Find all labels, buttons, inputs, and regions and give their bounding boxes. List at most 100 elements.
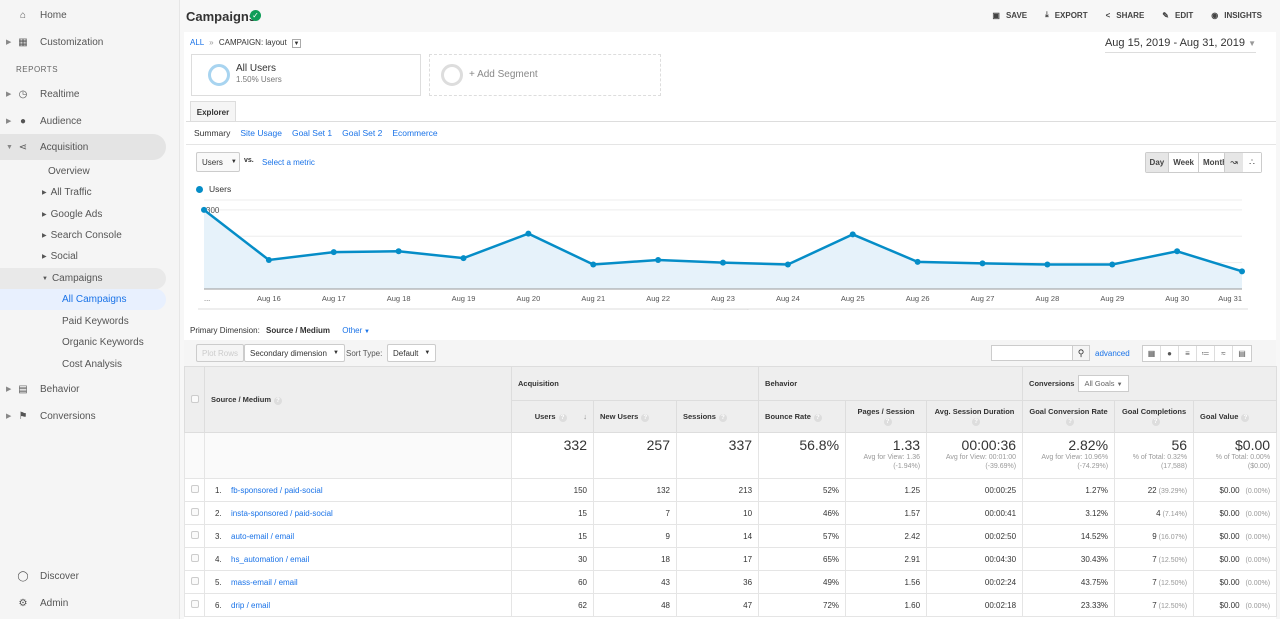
tab-explorer[interactable]: Explorer: [190, 101, 236, 122]
col-users[interactable]: Users? ↓: [511, 400, 594, 433]
subtab-ecommerce[interactable]: Ecommerce: [392, 128, 437, 138]
col-bounce-rate[interactable]: Bounce Rate?: [758, 400, 847, 433]
sidebar-item-customization[interactable]: ▶ ▦ Customization: [0, 29, 166, 55]
row-checkbox[interactable]: [191, 600, 199, 608]
motion-chart-icon[interactable]: ∴: [1243, 153, 1261, 172]
breadcrumb-dropdown[interactable]: ▼: [291, 39, 301, 48]
sidebar-item-all-traffic[interactable]: ▶ All Traffic: [0, 182, 166, 203]
cell-pages-session: 1.57: [845, 501, 928, 525]
help-icon[interactable]: ?: [274, 396, 283, 405]
sidebar-item-discover[interactable]: ◯ Discover: [0, 563, 166, 589]
help-icon[interactable]: ?: [558, 413, 567, 422]
help-icon[interactable]: ?: [1241, 413, 1250, 422]
other-dimension-link[interactable]: Other: [342, 326, 362, 335]
source-medium-link[interactable]: fb-sponsored / paid-social: [231, 486, 323, 495]
add-segment-button[interactable]: + Add Segment: [429, 54, 661, 96]
sidebar-item-cost-analysis[interactable]: Cost Analysis: [0, 354, 166, 375]
help-icon[interactable]: ?: [1066, 418, 1075, 426]
subtab-site-usage[interactable]: Site Usage: [240, 128, 282, 138]
sidebar-item-admin[interactable]: ⚙ Admin: [0, 590, 166, 616]
pie-view-icon[interactable]: ●: [1161, 346, 1179, 361]
pivot-view-icon[interactable]: ▤: [1233, 346, 1251, 361]
sidebar-item-acquisition[interactable]: ▼ ⋖ Acquisition: [0, 134, 166, 160]
row-checkbox[interactable]: [191, 485, 199, 493]
breadcrumb-all-link[interactable]: ALL: [190, 38, 204, 47]
primary-dimension-label: Primary Dimension:: [190, 326, 260, 335]
primary-dimension-value[interactable]: Source / Medium: [266, 326, 330, 335]
table-search-input[interactable]: [991, 345, 1073, 361]
row-checkbox[interactable]: [191, 577, 199, 585]
help-icon[interactable]: ?: [641, 413, 650, 422]
share-button[interactable]: < SHARE: [1106, 10, 1145, 20]
sidebar-item-organic-keywords[interactable]: Organic Keywords: [0, 332, 166, 353]
term-cloud-icon[interactable]: ≈: [1215, 346, 1233, 361]
sidebar-item-social[interactable]: ▶ Social: [0, 246, 166, 267]
data-point: [1174, 248, 1181, 255]
plot-rows-button[interactable]: Plot Rows: [196, 344, 245, 362]
row-checkbox[interactable]: [191, 554, 199, 562]
col-goal-conversion-rate[interactable]: Goal Conversion Rate?: [1022, 400, 1116, 433]
subtab-goal-set-2[interactable]: Goal Set 2: [342, 128, 382, 138]
col-avg-session-duration[interactable]: Avg. Session Duration?: [926, 400, 1024, 433]
report-panel: ALL » CAMPAIGN: layout ▼ Aug 15, 2019 - …: [184, 32, 1278, 619]
sort-type-dropdown[interactable]: Default ▼: [387, 344, 437, 362]
line-chart-icon[interactable]: ↝: [1225, 153, 1243, 172]
sidebar-item-audience[interactable]: ▶ ● Audience: [0, 108, 166, 134]
sidebar-item-conversions[interactable]: ▶ ⚑ Conversions: [0, 403, 166, 429]
col-goal-completions[interactable]: Goal Completions?: [1114, 400, 1195, 433]
source-medium-link[interactable]: auto-email / email: [231, 532, 294, 541]
cell-new-users: 7: [593, 501, 677, 525]
export-button[interactable]: ⤓ EXPORT: [1045, 10, 1087, 20]
row-checkbox[interactable]: [191, 508, 199, 516]
select-all-checkbox[interactable]: [191, 394, 199, 403]
help-icon[interactable]: ?: [718, 413, 727, 422]
insights-button[interactable]: ◉ INSIGHTS: [1211, 10, 1262, 20]
sidebar-item-paid-keywords[interactable]: Paid Keywords: [0, 311, 166, 332]
col-new-users[interactable]: New Users?: [593, 400, 677, 433]
search-icon[interactable]: ⚲: [1072, 345, 1090, 361]
col-goal-value[interactable]: Goal Value?: [1193, 400, 1278, 433]
sidebar-item-search-console[interactable]: ▶ Search Console: [0, 225, 166, 246]
help-icon[interactable]: ?: [1151, 418, 1160, 426]
clock-icon: ◷: [18, 88, 28, 100]
sidebar-item-realtime[interactable]: ▶ ◷ Realtime: [0, 81, 166, 107]
subtab-summary[interactable]: Summary: [194, 128, 230, 138]
x-tick-label: Aug 22: [646, 294, 670, 303]
edit-button[interactable]: ✎ EDIT: [1162, 10, 1193, 20]
advanced-filter-link[interactable]: advanced: [1095, 349, 1130, 358]
sidebar-item-all-campaigns[interactable]: All Campaigns: [0, 289, 166, 310]
help-icon[interactable]: ?: [972, 418, 981, 426]
help-icon[interactable]: ?: [883, 418, 892, 426]
metric-dropdown[interactable]: Users ▼: [196, 152, 240, 172]
col-sessions[interactable]: Sessions?: [675, 400, 760, 433]
sidebar-item-overview[interactable]: Overview: [0, 161, 166, 182]
subtab-goal-set-1[interactable]: Goal Set 1: [292, 128, 332, 138]
help-icon[interactable]: ?: [813, 413, 822, 422]
secondary-dimension-dropdown[interactable]: Secondary dimension ▼: [244, 344, 345, 362]
source-medium-link[interactable]: hs_automation / email: [231, 555, 309, 564]
source-medium-link[interactable]: insta-sponsored / paid-social: [231, 509, 333, 518]
table-view-icon[interactable]: ▦: [1143, 346, 1161, 361]
save-button[interactable]: ▣ SAVE: [992, 10, 1027, 20]
row-checkbox[interactable]: [191, 531, 199, 539]
date-range-picker[interactable]: Aug 15, 2019 - Aug 31, 2019 ▼: [1104, 37, 1256, 53]
period-week-button[interactable]: Week: [1169, 153, 1199, 172]
caret-right-icon: ▶: [6, 39, 12, 46]
table-row: 3. auto-email / email 15 9 14 57% 2.42 00:02:50…: [184, 524, 1278, 548]
col-pages-session[interactable]: Pages / Session?: [845, 400, 928, 433]
sidebar-item-google-ads[interactable]: ▶ Google Ads: [0, 204, 166, 225]
source-medium-link[interactable]: drip / email: [231, 601, 270, 610]
goal-select-dropdown[interactable]: All Goals ▼: [1078, 375, 1129, 392]
comparison-view-icon[interactable]: ≔: [1197, 346, 1215, 361]
performance-view-icon[interactable]: ≡: [1179, 346, 1197, 361]
sidebar-item-behavior[interactable]: ▶ ▤ Behavior: [0, 376, 166, 402]
sidebar-item-campaigns[interactable]: ▼ Campaigns: [0, 268, 166, 289]
sidebar-item-home[interactable]: ⌂ Home: [0, 2, 166, 28]
select-metric-link[interactable]: Select a metric: [262, 158, 315, 167]
segment-all-users[interactable]: All Users 1.50% Users: [191, 54, 421, 96]
source-medium-link[interactable]: mass-email / email: [231, 578, 298, 587]
total-new-users: 257: [593, 432, 677, 479]
top-bar: Campaigns ✓ ▣ SAVE ⤓ EXPORT < SHARE ✎ EDIT ◉…: [180, 0, 1280, 32]
group-conversions: Conversions All Goals ▼: [1022, 366, 1278, 401]
period-day-button[interactable]: Day: [1145, 153, 1170, 172]
